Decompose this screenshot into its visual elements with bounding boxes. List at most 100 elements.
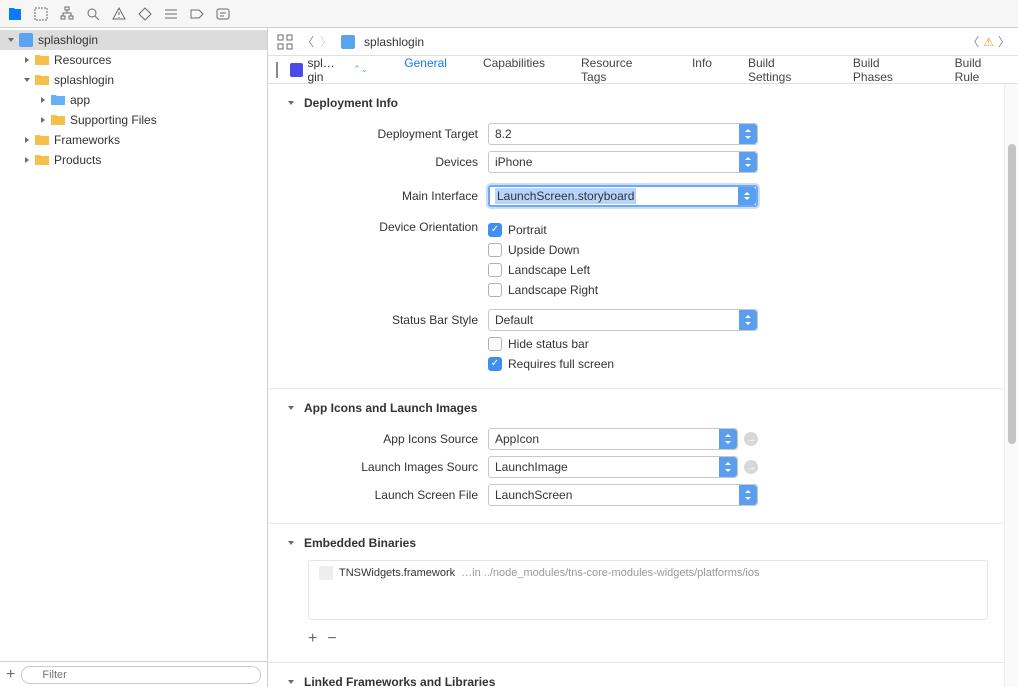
checkbox-label: Upside Down [508, 243, 579, 257]
section-title: Deployment Info [304, 96, 398, 110]
forward-button[interactable]: 〉 [320, 33, 332, 50]
tree-item[interactable]: Supporting Files [0, 110, 267, 130]
settings-body[interactable]: Deployment Info Deployment Target 8.2 De… [268, 84, 1018, 687]
tree-item[interactable]: splashlogin [0, 70, 267, 90]
section-deployment: Deployment Info Deployment Target 8.2 De… [268, 84, 1018, 389]
add-button[interactable]: + [308, 630, 317, 648]
checkbox-upside-down[interactable] [488, 243, 502, 257]
history-nav: 〈 〉 [302, 33, 332, 50]
chevron-updown-icon [739, 310, 757, 330]
chevron-updown-icon [719, 457, 737, 477]
scrollbar-thumb[interactable] [1008, 144, 1016, 444]
checkbox-landscape-left[interactable] [488, 263, 502, 277]
section-title: Embedded Binaries [304, 536, 416, 550]
app-icon [290, 63, 303, 77]
tree-label: Supporting Files [70, 113, 157, 127]
remove-button[interactable]: − [327, 630, 336, 648]
prev-issue-button[interactable]: 〈 [967, 33, 979, 50]
chevron-updown-icon [738, 187, 756, 205]
go-arrow-icon[interactable]: → [744, 460, 758, 474]
section-header[interactable]: Linked Frameworks and Libraries [268, 673, 1018, 687]
chevron-down-icon[interactable] [22, 75, 32, 85]
section-header[interactable]: App Icons and Launch Images [268, 399, 1018, 425]
appicon-select[interactable]: AppIcon [488, 428, 738, 450]
go-arrow-icon[interactable]: → [744, 432, 758, 446]
statusbar-select[interactable]: Default [488, 309, 758, 331]
chevron-down-icon[interactable] [286, 538, 296, 548]
label-appicon: App Icons Source [268, 432, 488, 446]
chevron-right-icon[interactable] [22, 55, 32, 65]
section-header[interactable]: Embedded Binaries [268, 534, 1018, 560]
list-item[interactable]: TNSWidgets.framework …in ../node_modules… [309, 561, 987, 585]
debug-navigator-icon[interactable] [162, 5, 180, 23]
scrollbar[interactable] [1004, 84, 1018, 687]
tree-label: Products [54, 153, 101, 167]
breakpoint-navigator-icon[interactable] [188, 5, 206, 23]
chevron-down-icon[interactable] [286, 98, 296, 108]
project-navigator: splashlogin Resources splashlogin app Su [0, 28, 268, 687]
chevron-down-icon[interactable] [286, 403, 296, 413]
label-main-interface: Main Interface [268, 189, 488, 203]
find-navigator-icon[interactable] [84, 5, 102, 23]
next-issue-button[interactable]: 〉 [998, 33, 1010, 50]
symbol-navigator-icon[interactable] [32, 5, 50, 23]
chevron-updown-icon [739, 124, 757, 144]
hierarchy-icon[interactable] [58, 5, 76, 23]
window-toolbar [0, 0, 1018, 28]
related-items-icon[interactable] [276, 33, 294, 51]
checkbox-hide-statusbar[interactable] [488, 337, 502, 351]
launchfile-select[interactable]: LaunchScreen [488, 484, 758, 506]
add-remove-buttons: + − [308, 630, 1018, 648]
embedded-list[interactable]: TNSWidgets.framework …in ../node_modules… [308, 560, 988, 620]
test-navigator-icon[interactable] [136, 5, 154, 23]
path-item[interactable]: splashlogin [340, 34, 424, 50]
checkbox-landscape-right[interactable] [488, 283, 502, 297]
label-orientation: Device Orientation [268, 220, 488, 234]
chevron-down-icon[interactable] [6, 35, 16, 45]
file-tree[interactable]: splashlogin Resources splashlogin app Su [0, 28, 267, 661]
deployment-target-select[interactable]: 8.2 [488, 123, 758, 145]
checkbox-label: Portrait [508, 223, 547, 237]
label-deployment-target: Deployment Target [268, 127, 488, 141]
folder-icon [34, 132, 50, 148]
tree-label: app [70, 93, 90, 107]
tree-item[interactable]: Resources [0, 50, 267, 70]
label-launchfile: Launch Screen File [268, 488, 488, 502]
devices-select[interactable]: iPhone [488, 151, 758, 173]
chevron-right-icon[interactable] [22, 135, 32, 145]
chevron-right-icon[interactable] [22, 155, 32, 165]
framework-icon [319, 566, 333, 580]
checkbox-fullscreen[interactable] [488, 357, 502, 371]
launchimg-select[interactable]: LaunchImage [488, 456, 738, 478]
label-devices: Devices [268, 155, 488, 169]
add-button[interactable]: + [6, 666, 15, 684]
back-button[interactable]: 〈 [302, 33, 314, 50]
chevron-down-icon[interactable] [286, 677, 296, 687]
tree-item[interactable]: app [0, 90, 267, 110]
tree-label: splashlogin [54, 73, 114, 87]
warning-icon[interactable]: ⚠ [983, 35, 994, 49]
project-icon [18, 32, 34, 48]
chevron-right-icon[interactable] [38, 95, 48, 105]
section-header[interactable]: Deployment Info [268, 94, 1018, 120]
tree-root[interactable]: splashlogin [0, 30, 267, 50]
issue-navigator-icon[interactable] [110, 5, 128, 23]
project-icon [340, 34, 356, 50]
filter-input[interactable] [21, 666, 261, 684]
chevron-updown-icon [739, 485, 757, 505]
main-interface-select[interactable]: LaunchScreen.storyboard [488, 185, 758, 207]
chevron-right-icon[interactable] [38, 115, 48, 125]
checkbox-portrait[interactable] [488, 223, 502, 237]
report-navigator-icon[interactable] [214, 5, 232, 23]
tree-item[interactable]: Frameworks [0, 130, 267, 150]
folder-icon [34, 72, 50, 88]
sidebar-toggle-icon[interactable] [276, 63, 278, 77]
binary-path: …in ../node_modules/tns-core-modules-wid… [461, 567, 759, 579]
target-selector[interactable]: spl…gin ⌃⌄ [286, 56, 372, 84]
project-navigator-icon[interactable] [6, 5, 24, 23]
tree-label: Frameworks [54, 133, 120, 147]
tree-item[interactable]: Products [0, 150, 267, 170]
checkbox-label: Landscape Left [508, 263, 590, 277]
folder-ref-icon [50, 92, 66, 108]
navigator-footer: + [0, 661, 267, 687]
